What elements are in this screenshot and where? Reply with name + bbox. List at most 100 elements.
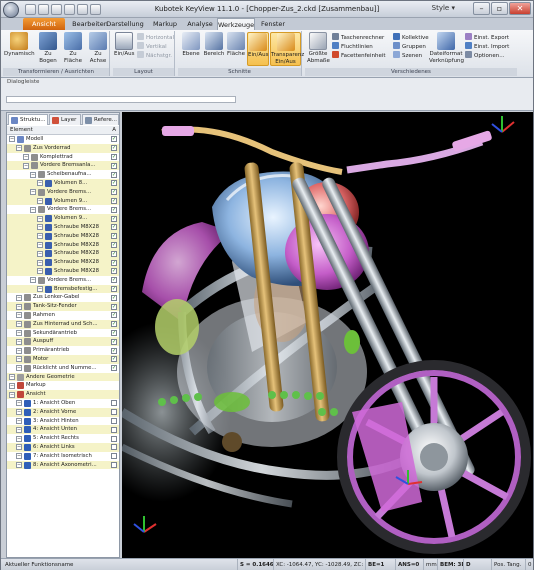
visibility-checkbox[interactable]: ✓ bbox=[111, 189, 117, 196]
expand-toggle-icon[interactable]: − bbox=[16, 400, 22, 407]
visibility-checkbox[interactable] bbox=[111, 417, 117, 424]
tree-row[interactable]: − Schraube M8X28 ✓ bbox=[7, 223, 119, 232]
tab-fenster[interactable]: Fenster bbox=[257, 18, 289, 30]
to-axis-button[interactable]: Zu Achse bbox=[87, 32, 109, 64]
expand-toggle-icon[interactable]: − bbox=[9, 382, 15, 389]
visibility-checkbox[interactable] bbox=[111, 426, 117, 433]
expand-toggle-icon[interactable]: − bbox=[30, 206, 36, 213]
expand-toggle-icon[interactable]: − bbox=[37, 259, 43, 266]
close-button[interactable]: ✕ bbox=[509, 2, 531, 15]
visibility-checkbox[interactable]: ✓ bbox=[111, 233, 117, 240]
tree-row[interactable]: − Volumen 8... ✓ bbox=[7, 179, 119, 188]
expand-toggle-icon[interactable]: − bbox=[16, 461, 22, 468]
expand-toggle-icon[interactable]: − bbox=[16, 356, 22, 363]
tree-row[interactable]: − 4: Ansicht Unten bbox=[7, 425, 119, 435]
tab-reference[interactable]: Refere... bbox=[82, 114, 119, 125]
visibility-checkbox[interactable]: ✓ bbox=[111, 241, 117, 248]
expand-toggle-icon[interactable]: − bbox=[16, 444, 22, 451]
visibility-checkbox[interactable]: ✓ bbox=[111, 329, 117, 336]
expand-toggle-icon[interactable]: − bbox=[16, 417, 22, 424]
facet-quality-button[interactable]: Facettenfeinheit bbox=[332, 51, 386, 60]
section-face-button[interactable]: Fläche bbox=[226, 32, 246, 58]
expand-toggle-icon[interactable]: − bbox=[37, 250, 43, 257]
visibility-checkbox[interactable]: ✓ bbox=[111, 215, 117, 222]
expand-toggle-icon[interactable]: − bbox=[37, 224, 43, 231]
visibility-checkbox[interactable]: ✓ bbox=[111, 180, 117, 187]
expand-toggle-icon[interactable]: − bbox=[16, 347, 22, 354]
visibility-checkbox[interactable]: ✓ bbox=[111, 162, 117, 169]
expand-toggle-icon[interactable]: − bbox=[16, 453, 22, 460]
visibility-checkbox[interactable]: ✓ bbox=[111, 224, 117, 231]
to-arc-button[interactable]: Zu Bogen bbox=[37, 32, 59, 64]
tree-row[interactable]: − Zus Lenker-Gabel ✓ bbox=[7, 293, 119, 302]
expand-toggle-icon[interactable]: − bbox=[37, 197, 43, 204]
visibility-checkbox[interactable]: ✓ bbox=[111, 303, 117, 310]
status-pos-tang[interactable]: Pos. Tang. bbox=[491, 559, 525, 570]
expand-toggle-icon[interactable]: − bbox=[16, 435, 22, 442]
tab-analyse[interactable]: Analyse bbox=[183, 18, 217, 30]
visibility-checkbox[interactable]: ✓ bbox=[111, 145, 117, 152]
expand-toggle-icon[interactable]: − bbox=[23, 153, 29, 160]
options-button[interactable]: Optionen... bbox=[465, 51, 504, 60]
visibility-checkbox[interactable]: ✓ bbox=[111, 250, 117, 257]
visibility-checkbox[interactable]: ✓ bbox=[111, 321, 117, 328]
expand-toggle-icon[interactable]: − bbox=[37, 180, 43, 187]
collectives-button[interactable]: Kollektive bbox=[393, 33, 429, 42]
visibility-checkbox[interactable]: ✓ bbox=[111, 197, 117, 204]
expand-toggle-icon[interactable]: − bbox=[37, 241, 43, 248]
tree-row[interactable]: − 6: Ansicht Links bbox=[7, 443, 119, 452]
dynamic-button[interactable]: Dynamisch bbox=[4, 32, 35, 58]
tab-darstellung[interactable]: Darstellung bbox=[105, 18, 145, 30]
tree-row[interactable]: − Andere Geometrie bbox=[7, 372, 119, 382]
tree-row[interactable]: − Schraube M8X28 ✓ bbox=[7, 249, 119, 259]
tree-row[interactable]: − Vordere Brems... ✓ bbox=[7, 276, 119, 285]
tree-row[interactable]: − Markup bbox=[7, 381, 119, 390]
layout-toggle-button[interactable]: Ein/Aus bbox=[114, 32, 134, 58]
expand-toggle-icon[interactable]: − bbox=[30, 189, 36, 196]
expand-toggle-icon[interactable]: − bbox=[30, 277, 36, 284]
scenes-button[interactable]: Szenen bbox=[393, 51, 422, 60]
tab-ansicht[interactable]: Ansicht bbox=[23, 18, 65, 30]
tree-row[interactable]: − Schraube M8X28 ✓ bbox=[7, 231, 119, 241]
calculator-button[interactable]: Taschenrechner bbox=[332, 33, 384, 42]
expand-toggle-icon[interactable]: − bbox=[37, 268, 43, 275]
tree-row[interactable]: − 8: Ansicht Axonometri... bbox=[7, 460, 119, 470]
tree-row[interactable]: − Rahmen ✓ bbox=[7, 311, 119, 320]
visibility-checkbox[interactable]: ✓ bbox=[111, 268, 117, 275]
tree-row[interactable]: − Vordere Brems... ✓ bbox=[7, 205, 119, 214]
visibility-checkbox[interactable]: ✓ bbox=[111, 356, 117, 363]
section-area-button[interactable]: Bereich bbox=[203, 32, 225, 58]
visibility-checkbox[interactable]: ✓ bbox=[111, 347, 117, 354]
tab-structure[interactable]: Struktu... bbox=[8, 114, 48, 125]
visibility-checkbox[interactable]: ✓ bbox=[111, 153, 117, 160]
to-face-button[interactable]: Zu Fläche bbox=[61, 32, 85, 64]
expand-toggle-icon[interactable]: − bbox=[16, 426, 22, 433]
tree-row[interactable]: − 7: Ansicht Isometrisch bbox=[7, 452, 119, 461]
expand-toggle-icon[interactable]: − bbox=[9, 136, 15, 143]
expand-toggle-icon[interactable]: − bbox=[9, 391, 15, 398]
tree-row[interactable]: − 3: Ansicht Hinten bbox=[7, 417, 119, 426]
visibility-checkbox[interactable]: ✓ bbox=[111, 259, 117, 266]
section-toggle-button[interactable]: Ein/Aus bbox=[247, 32, 269, 66]
next-size-button[interactable]: Nächstgr. bbox=[137, 51, 172, 60]
visibility-checkbox[interactable]: ✓ bbox=[111, 171, 117, 178]
file-format-link-button[interactable]: Dateiformat Verknüpfung bbox=[429, 32, 464, 64]
visibility-checkbox[interactable]: ✓ bbox=[111, 206, 117, 213]
tree-row[interactable]: − Primärantrieb ✓ bbox=[7, 346, 119, 355]
vanishing-lines-button[interactable]: Fluchtlinien bbox=[332, 42, 373, 51]
tree-row[interactable]: − Sekundärantrieb ✓ bbox=[7, 329, 119, 338]
visibility-checkbox[interactable]: ✓ bbox=[111, 312, 117, 319]
tree-row[interactable]: − Ansicht bbox=[7, 390, 119, 399]
horizontal-button[interactable]: Horizontal bbox=[137, 33, 174, 42]
tree-row[interactable]: − Schraube M8X28 ✓ bbox=[7, 258, 119, 267]
tree-row[interactable]: − Volumen 9... ✓ bbox=[7, 214, 119, 223]
expand-toggle-icon[interactable]: − bbox=[30, 171, 36, 178]
tab-layer[interactable]: Layer bbox=[49, 114, 81, 125]
minimize-button[interactable]: – bbox=[473, 2, 490, 15]
tree-row[interactable]: − Volumen 9... ✓ bbox=[7, 196, 119, 206]
expand-toggle-icon[interactable]: − bbox=[37, 215, 43, 222]
style-menu[interactable]: Style ▾ bbox=[432, 4, 455, 12]
tree-row[interactable]: − Vordere Brems... ✓ bbox=[7, 187, 119, 197]
expand-toggle-icon[interactable]: − bbox=[16, 409, 22, 416]
tree-row[interactable]: − Komplettrad ✓ bbox=[7, 153, 119, 162]
